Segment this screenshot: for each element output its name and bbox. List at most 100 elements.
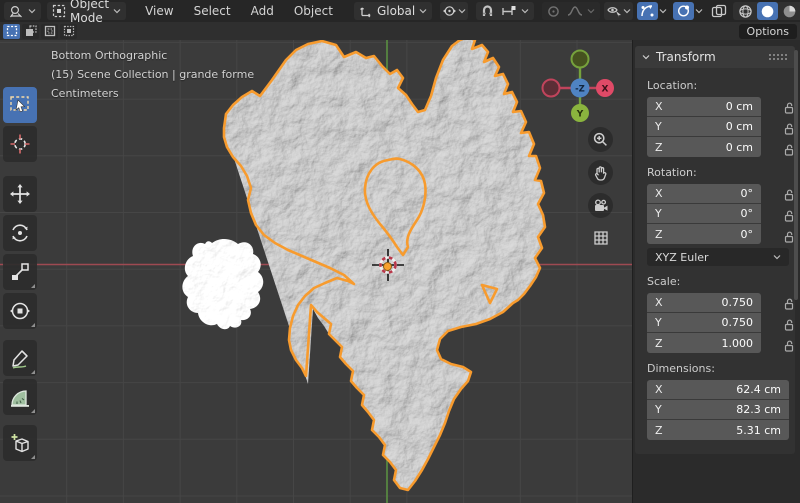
magnifier-plus-icon bbox=[593, 132, 608, 147]
add-cube-icon bbox=[9, 432, 31, 454]
shading-mode-group bbox=[733, 2, 800, 20]
viewport-3d[interactable]: X Y -Z Bottom Orthographic (15) Scene Co… bbox=[0, 40, 632, 503]
options-button[interactable]: Options bbox=[739, 24, 797, 39]
shading-wireframe-button[interactable] bbox=[735, 2, 756, 20]
location-y-field[interactable]: Y0 cm bbox=[647, 117, 761, 137]
gizmo-toggle-group bbox=[635, 2, 669, 20]
object-visibility-dropdown[interactable] bbox=[604, 2, 633, 20]
object-mode-icon bbox=[52, 4, 66, 18]
menu-add[interactable]: Add bbox=[242, 2, 283, 20]
viewport-overlay-text: Bottom Orthographic (15) Scene Collectio… bbox=[51, 46, 254, 103]
panel-drag-grip-icon[interactable] bbox=[769, 54, 788, 61]
rotation-x-field[interactable]: X0° bbox=[647, 184, 761, 204]
scale-z-field[interactable]: Z1.000 bbox=[647, 333, 761, 353]
select-box-icon bbox=[9, 94, 31, 116]
location-x-field[interactable]: X0 cm bbox=[647, 97, 761, 117]
select-mode-extend-button[interactable] bbox=[22, 24, 39, 39]
chevron-down-icon bbox=[458, 8, 466, 14]
snap-increment-icon bbox=[501, 5, 517, 17]
scale-fields: X0.750 Y0.750 Z1.000 bbox=[647, 293, 761, 353]
tool-add-cube[interactable] bbox=[3, 425, 37, 461]
tool-settings-bar: Options bbox=[0, 22, 800, 40]
location-z-field[interactable]: Z0 cm bbox=[647, 137, 761, 157]
measure-protractor-icon bbox=[9, 386, 31, 408]
menu-object[interactable]: Object bbox=[285, 2, 342, 20]
menu-select[interactable]: Select bbox=[185, 2, 240, 20]
tool-rotate[interactable] bbox=[3, 215, 37, 251]
lock-open-icon[interactable] bbox=[781, 314, 797, 335]
gizmo-axis-neg-y[interactable] bbox=[572, 51, 589, 68]
tool-transform[interactable] bbox=[3, 293, 37, 329]
active-collection-label: (15) Scene Collection | grande forme bbox=[51, 65, 254, 84]
select-mode-subtract-button[interactable] bbox=[41, 24, 58, 39]
transform-panel-header[interactable]: Transform bbox=[635, 46, 795, 68]
select-mode-set-button[interactable] bbox=[3, 24, 20, 39]
tool-annotate[interactable] bbox=[3, 340, 37, 376]
units-label: Centimeters bbox=[51, 84, 254, 103]
snap-group bbox=[476, 2, 534, 20]
editor-3d-viewport-icon bbox=[9, 5, 24, 18]
show-gizmo-toggle[interactable] bbox=[637, 2, 658, 20]
tool-select-box[interactable] bbox=[3, 87, 37, 123]
mode-dropdown[interactable]: Object Mode bbox=[47, 2, 126, 20]
tool-measure[interactable] bbox=[3, 379, 37, 415]
rotate-icon bbox=[9, 222, 31, 244]
lock-open-icon[interactable] bbox=[781, 335, 797, 356]
shading-solid-button[interactable] bbox=[757, 2, 778, 20]
editor-type-selector[interactable] bbox=[4, 2, 41, 20]
menu-view[interactable]: View bbox=[136, 2, 182, 20]
rotation-label: Rotation: bbox=[635, 163, 795, 182]
chevron-down-icon bbox=[773, 254, 781, 260]
orientation-global-icon bbox=[359, 5, 373, 18]
tool-move[interactable] bbox=[3, 176, 37, 212]
cursor-tool-icon bbox=[9, 133, 31, 155]
rotation-y-field[interactable]: Y0° bbox=[647, 204, 761, 224]
proportional-falloff-dropdown[interactable] bbox=[564, 2, 598, 20]
chevron-down-icon bbox=[419, 8, 427, 14]
transform-orientation-dropdown[interactable]: Global bbox=[354, 2, 432, 20]
snap-target-dropdown[interactable] bbox=[498, 2, 532, 20]
location-label: Location: bbox=[635, 76, 795, 95]
chevron-down-icon bbox=[659, 8, 667, 14]
chevron-down-icon bbox=[587, 8, 595, 14]
pivot-point-dropdown[interactable] bbox=[440, 2, 468, 20]
chevron-down-icon bbox=[521, 8, 529, 14]
shading-material-button[interactable] bbox=[779, 2, 800, 20]
sidebar-scrollbar[interactable] bbox=[794, 50, 798, 300]
material-sphere-icon bbox=[782, 4, 797, 19]
scale-y-field[interactable]: Y0.750 bbox=[647, 313, 761, 333]
proportional-edit-group bbox=[542, 2, 600, 20]
transform-panel-body: Location: X0 cm Y0 cm Z0 cm Rotation: bbox=[635, 68, 795, 454]
panel-title: Transform bbox=[656, 50, 716, 64]
rotation-z-field[interactable]: Z0° bbox=[647, 224, 761, 244]
select-set-icon bbox=[6, 25, 18, 37]
proportional-editing-toggle[interactable] bbox=[544, 2, 563, 20]
pan-button[interactable] bbox=[588, 160, 613, 185]
scale-x-field[interactable]: X0.750 bbox=[647, 293, 761, 313]
rotation-mode-dropdown[interactable]: XYZ Euler bbox=[647, 248, 789, 266]
mesh-small-blob[interactable] bbox=[182, 239, 263, 329]
move-icon bbox=[9, 183, 31, 205]
gizmo-axis-neg-x[interactable] bbox=[543, 80, 560, 97]
camera-view-button[interactable] bbox=[588, 193, 613, 218]
tool-scale[interactable] bbox=[3, 254, 37, 290]
transform-icon bbox=[9, 300, 31, 322]
show-overlays-toggle[interactable] bbox=[673, 2, 694, 20]
blender-window: Object Mode View Select Add Object Globa… bbox=[0, 0, 800, 503]
select-mode-intersect-button[interactable] bbox=[60, 24, 77, 39]
tool-cursor[interactable] bbox=[3, 126, 37, 162]
snap-toggle-button[interactable] bbox=[478, 2, 497, 20]
sidebar-transform: Transform Location: X0 cm Y0 cm Z0 cm bbox=[632, 40, 800, 503]
falloff-curve-icon bbox=[567, 5, 583, 17]
dimensions-y-field[interactable]: Y82.3 cm bbox=[647, 400, 789, 420]
nav-gizmo[interactable]: X Y -Z bbox=[543, 51, 615, 123]
xray-icon bbox=[711, 4, 727, 18]
zoom-button[interactable] bbox=[588, 127, 613, 152]
dimensions-z-field[interactable]: Z5.31 cm bbox=[647, 420, 789, 440]
xray-toggle[interactable] bbox=[707, 2, 731, 20]
chevron-down-icon bbox=[695, 8, 703, 14]
chevron-down-icon bbox=[28, 8, 36, 14]
dimensions-x-field[interactable]: X62.4 cm bbox=[647, 380, 789, 400]
perspective-toggle-button[interactable] bbox=[588, 225, 613, 250]
wireframe-sphere-icon bbox=[738, 4, 753, 19]
